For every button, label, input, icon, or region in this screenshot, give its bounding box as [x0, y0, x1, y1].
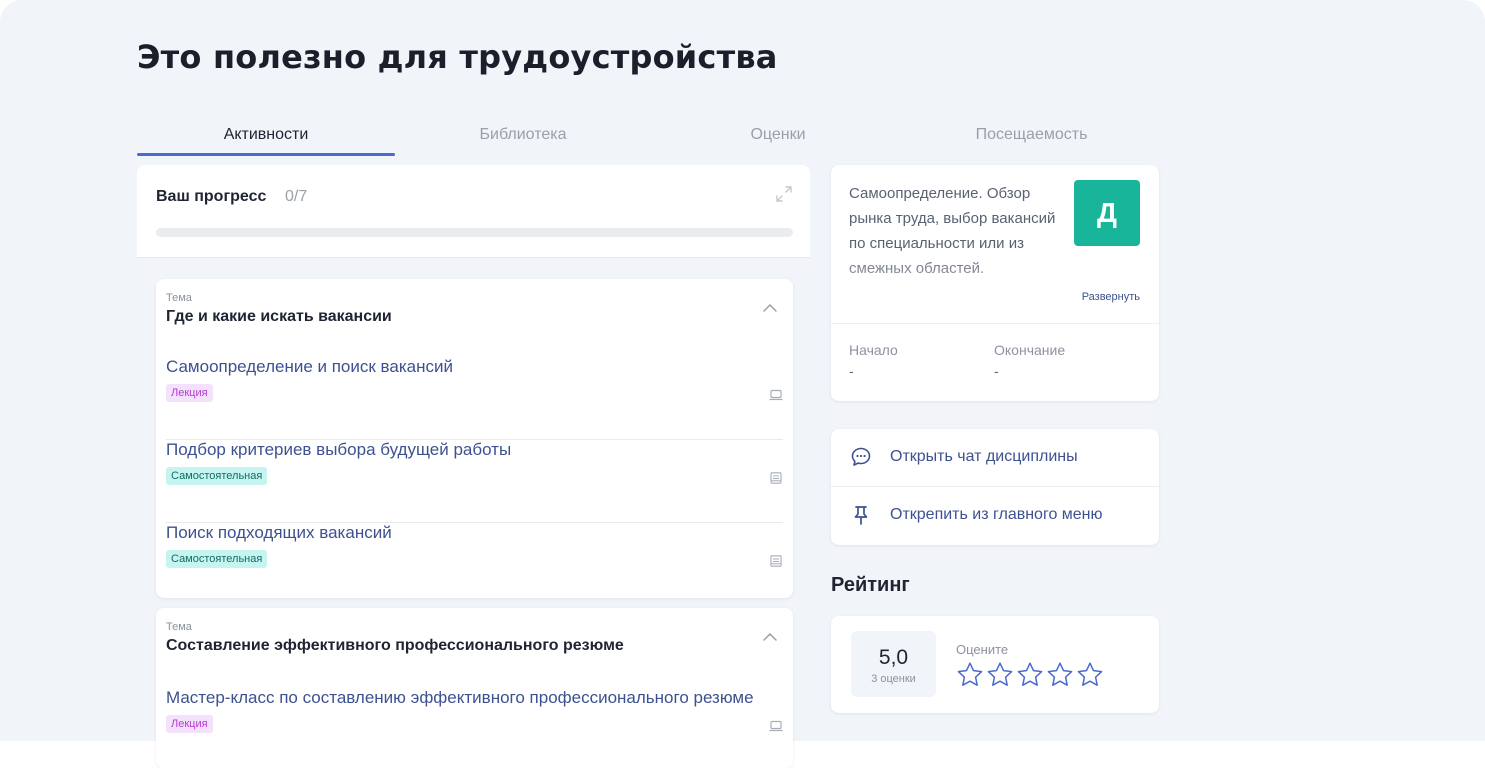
unpin-label[interactable]: Открепить из главного меню — [890, 506, 1103, 524]
course-description: Самоопределение. Обзор рынка труда, выбо… — [849, 185, 1056, 277]
theme-title: Составление эффективного профессионально… — [166, 637, 624, 654]
expand-description-link[interactable]: Развернуть — [1082, 291, 1140, 303]
rating-card: 5,0 3 оценки Оцените — [831, 616, 1159, 713]
laptop-icon — [769, 389, 783, 401]
rating-count: 3 оценки — [871, 673, 916, 685]
open-chat-label[interactable]: Открыть чат дисциплины — [890, 448, 1078, 466]
activity-title[interactable]: Мастер-класс по составлению эффективного… — [166, 688, 754, 708]
chevron-up-icon[interactable] — [762, 632, 778, 642]
activity-type-badge: Лекция — [166, 384, 213, 402]
info-divider — [831, 323, 1159, 324]
star-icon[interactable] — [1045, 660, 1075, 690]
activity-item[interactable]: Подбор критериев выбора будущей работы С… — [166, 440, 783, 523]
activity-item[interactable]: Мастер-класс по составлению эффективного… — [166, 688, 783, 768]
actions-card: Открыть чат дисциплины Открепить из глав… — [831, 429, 1159, 545]
star-rating-input[interactable] — [955, 660, 1105, 690]
theme-title: Где и какие искать вакансии — [166, 308, 392, 325]
star-icon[interactable] — [1015, 660, 1045, 690]
tab-library[interactable]: Библиотека — [395, 114, 651, 156]
book-icon — [770, 555, 782, 567]
rating-title: Рейтинг — [831, 574, 910, 596]
tab-bar: Активности Библиотека Оценки Посещаемост… — [137, 114, 1158, 156]
chevron-up-icon[interactable] — [762, 303, 778, 313]
course-avatar: Д — [1074, 180, 1140, 246]
end-date-label: Окончание — [994, 342, 1066, 358]
rating-score: 5,0 — [878, 646, 909, 669]
pin-icon — [854, 506, 868, 525]
activity-title[interactable]: Поиск подходящих вакансий — [166, 523, 392, 543]
progress-count: 0/7 — [285, 188, 308, 205]
course-info-card: Самоопределение. Обзор рынка труда, выбо… — [831, 165, 1159, 401]
theme-label: Тема — [166, 621, 192, 633]
rate-label: Оцените — [956, 642, 1009, 657]
tab-activities[interactable]: Активности — [137, 114, 395, 156]
open-chat-button[interactable]: Открыть чат дисциплины — [831, 429, 1159, 485]
tab-attendance[interactable]: Посещаемость — [905, 114, 1158, 156]
score-box: 5,0 3 оценки — [851, 631, 936, 697]
book-icon — [770, 472, 782, 484]
chat-bubble-icon — [851, 447, 871, 466]
active-tab-indicator — [137, 153, 395, 156]
progress-bar — [156, 228, 793, 237]
activity-type-badge: Лекция — [166, 715, 213, 733]
start-date-label: Начало — [849, 342, 898, 358]
start-date-value: - — [849, 363, 854, 379]
activity-title[interactable]: Подбор критериев выбора будущей работы — [166, 440, 511, 460]
expand-icon[interactable] — [775, 185, 793, 203]
activity-type-badge: Самостоятельная — [166, 467, 268, 485]
theme-label: Тема — [166, 292, 192, 304]
star-icon[interactable] — [985, 660, 1015, 690]
tab-grades[interactable]: Оценки — [651, 114, 905, 156]
activity-item[interactable]: Поиск подходящих вакансий Самостоятельна… — [166, 523, 783, 598]
laptop-icon — [769, 720, 783, 732]
activity-title[interactable]: Самоопределение и поиск вакансий — [166, 357, 453, 377]
activities-panel: Ваш прогресс 0/7 Тема Где и какие искать… — [137, 165, 810, 768]
progress-card: Ваш прогресс 0/7 — [137, 165, 810, 258]
end-date-value: - — [994, 363, 999, 379]
page-frame: Это полезно для трудоустройства Активнос… — [0, 0, 1485, 768]
progress-label: Ваш прогресс — [156, 188, 267, 205]
activity-type-badge: Самостоятельная — [166, 550, 268, 568]
page-title: Это полезно для трудоустройства — [137, 38, 778, 76]
theme-card: Тема Где и какие искать вакансии Самоопр… — [156, 279, 793, 598]
unpin-button[interactable]: Открепить из главного меню — [831, 487, 1159, 543]
activity-item[interactable]: Самоопределение и поиск вакансий Лекция — [166, 357, 783, 440]
star-icon[interactable] — [1075, 660, 1105, 690]
theme-card: Тема Составление эффективного профессион… — [156, 608, 793, 768]
star-icon[interactable] — [955, 660, 985, 690]
